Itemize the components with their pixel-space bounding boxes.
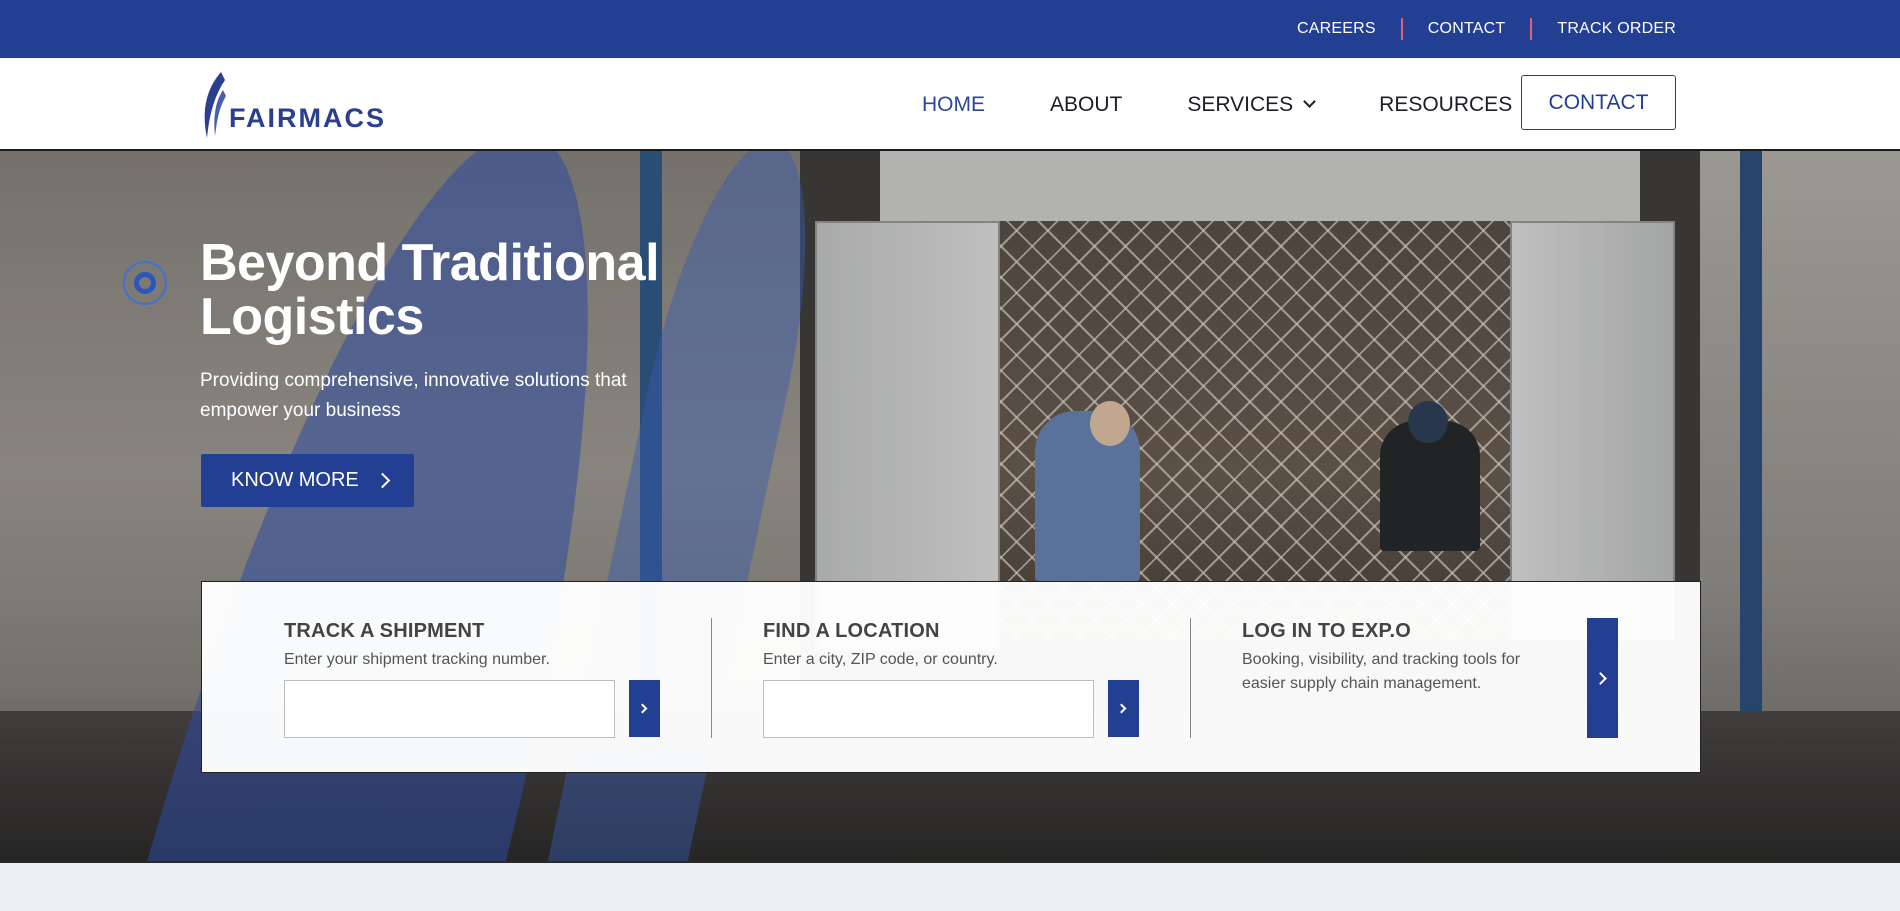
track-shipment-desc: Enter your shipment tracking number. — [284, 651, 550, 668]
track-submit-button[interactable] — [629, 680, 660, 737]
main-navbar: FAIRMACS HOME ABOUT SERVICES RESOURCES C… — [0, 58, 1900, 151]
chevron-down-icon — [1303, 95, 1317, 108]
expo-login-desc-line2: easier supply chain management. — [1242, 675, 1482, 692]
nav-home[interactable]: HOME — [922, 93, 985, 117]
contact-button[interactable]: CONTACT — [1521, 75, 1676, 130]
chevron-right-icon — [637, 703, 648, 714]
brand-logo[interactable]: FAIRMACS — [199, 70, 386, 140]
utility-separator — [1400, 18, 1403, 40]
chevron-right-icon — [1116, 703, 1127, 714]
expo-login-desc-line1: Booking, visibility, and tracking tools … — [1242, 651, 1521, 668]
quick-tools-panel: TRACK A SHIPMENT Enter your shipment tra… — [201, 581, 1701, 773]
track-order-link[interactable]: TRACK ORDER — [1557, 20, 1676, 38]
chevron-right-icon — [1594, 671, 1607, 685]
next-section — [0, 861, 1900, 911]
nav-about[interactable]: ABOUT — [1050, 93, 1122, 117]
track-shipment-section: TRACK A SHIPMENT Enter your shipment tra… — [284, 582, 684, 772]
find-location-desc: Enter a city, ZIP code, or country. — [763, 651, 998, 668]
primary-nav: HOME ABOUT SERVICES RESOURCES — [922, 58, 1598, 151]
expo-login-title: LOG IN TO EXP.O — [1242, 620, 1411, 642]
tracking-number-input[interactable] — [284, 680, 615, 738]
find-location-title: FIND A LOCATION — [763, 620, 940, 642]
brand-name: FAIRMACS — [229, 103, 386, 133]
slide-indicator-icon[interactable] — [123, 261, 167, 305]
nav-services[interactable]: SERVICES — [1187, 92, 1317, 117]
find-location-section: FIND A LOCATION Enter a city, ZIP code, … — [763, 582, 1163, 772]
utility-separator — [1530, 18, 1533, 40]
hero-subtitle: Providing comprehensive, innovative solu… — [200, 370, 627, 421]
nav-resources[interactable]: RESOURCES — [1379, 92, 1536, 117]
utility-links: CAREERS CONTACT TRACK ORDER — [1297, 0, 1676, 58]
nav-services-label: SERVICES — [1187, 92, 1294, 116]
contact-link[interactable]: CONTACT — [1428, 20, 1506, 38]
careers-link[interactable]: CAREERS — [1297, 20, 1376, 38]
expo-login-section: LOG IN TO EXP.O Booking, visibility, and… — [1242, 582, 1582, 772]
location-submit-button[interactable] — [1108, 680, 1139, 737]
location-search-input[interactable] — [763, 680, 1094, 738]
section-divider — [1190, 618, 1191, 738]
know-more-label: KNOW MORE — [231, 469, 359, 491]
section-divider — [711, 618, 712, 738]
hero-title: Beyond Traditional Logistics — [200, 234, 660, 346]
utility-bar: CAREERS CONTACT TRACK ORDER — [0, 0, 1900, 58]
expo-login-button[interactable] — [1587, 618, 1618, 738]
track-shipment-title: TRACK A SHIPMENT — [284, 620, 485, 642]
nav-resources-label: RESOURCES — [1379, 92, 1513, 116]
chevron-right-icon — [374, 472, 391, 489]
leaf-logo-icon — [204, 72, 226, 138]
know-more-button[interactable]: KNOW MORE — [201, 454, 414, 507]
